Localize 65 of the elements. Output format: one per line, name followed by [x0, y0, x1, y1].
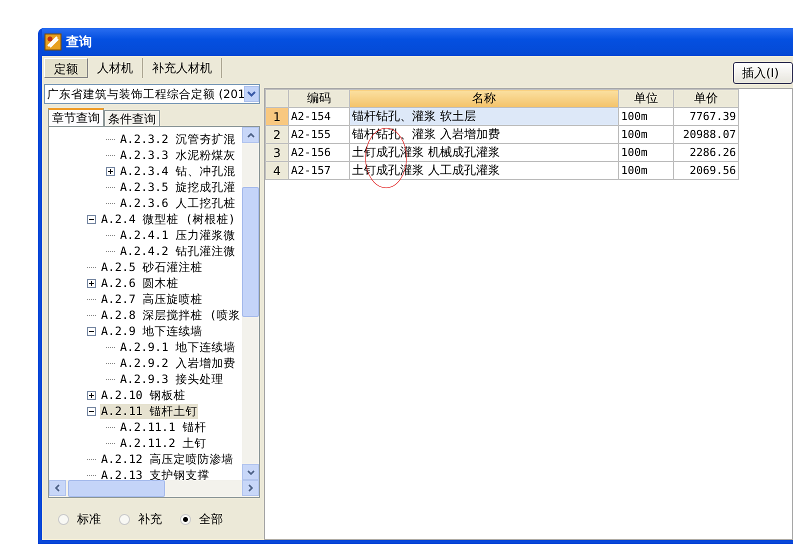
quota-dropdown[interactable]: 广东省建筑与装饰工程综合定额 (201: [44, 84, 260, 104]
tree-item[interactable]: A.2.3.6 人工挖孔桩: [119, 196, 236, 210]
tree-item[interactable]: A.2.3.4 钻、冲孔混: [119, 164, 236, 178]
table-cell: A2-157: [288, 162, 350, 180]
window-title: 查询: [66, 34, 92, 51]
tree-item[interactable]: A.2.9.2 入岩增加费: [119, 356, 236, 370]
table-cell: 100m: [618, 162, 674, 180]
tree-item[interactable]: A.2.8 深层搅拌桩 (喷浆: [100, 308, 242, 322]
radio-button[interactable]: 补充: [119, 510, 162, 528]
tree-item[interactable]: A.2.6 圆木桩: [100, 276, 180, 290]
tree-item[interactable]: A.2.4 微型桩 (树根桩): [100, 212, 236, 226]
column-header[interactable]: 编码: [288, 90, 350, 108]
collapse-icon[interactable]: [87, 326, 98, 336]
table-cell: 2069.56: [674, 162, 738, 180]
row-number: 2: [266, 126, 288, 144]
tree-item[interactable]: A.2.7 高压旋喷桩: [100, 292, 204, 306]
table-cell: 锚杆钻孔、灌浆 软土层: [350, 108, 618, 126]
tab[interactable]: 条件查询: [104, 110, 160, 127]
tree-item[interactable]: A.2.5 砂石灌注桩: [100, 260, 204, 274]
table-cell: 100m: [618, 108, 674, 126]
tab[interactable]: 定额: [44, 58, 88, 78]
tree-item[interactable]: A.2.3.5 旋挖成孔灌: [119, 180, 236, 194]
tree-item[interactable]: A.2.9 地下连续墙: [100, 324, 204, 338]
radio-button[interactable]: 标准: [58, 510, 101, 528]
column-header[interactable]: 单位: [618, 90, 674, 108]
insert-button[interactable]: 插入(I): [733, 62, 793, 84]
tree-item[interactable]: A.2.10 钢板桩: [100, 388, 186, 402]
collapse-icon[interactable]: [87, 406, 98, 416]
expand-icon[interactable]: [87, 390, 98, 400]
tree-item[interactable]: A.2.12 高压定喷防渗墙: [100, 452, 234, 466]
table-cell: 20988.07: [674, 126, 738, 144]
scroll-down-icon[interactable]: [246, 470, 254, 474]
tree-item[interactable]: A.2.9.1 地下连续墙: [119, 340, 236, 354]
expand-icon[interactable]: [106, 166, 117, 176]
table-cell: 7767.39: [674, 108, 738, 126]
tree-item[interactable]: A.2.3.2 沉管夯扩混: [119, 132, 236, 146]
tree-item[interactable]: A.2.11.1 锚杆: [119, 420, 208, 434]
expand-icon[interactable]: [87, 278, 98, 288]
table-cell: 100m: [618, 144, 674, 162]
tree-item[interactable]: A.2.3.3 水泥粉煤灰: [119, 148, 236, 162]
tree-item[interactable]: A.2.9.3 接头处理: [119, 372, 224, 386]
tree-item[interactable]: A.2.4.2 钻孔灌注微: [119, 244, 236, 258]
tree-item[interactable]: A.2.13 支护钢支撑: [100, 468, 210, 480]
table-cell: 100m: [618, 126, 674, 144]
horizontal-scrollbar[interactable]: [49, 480, 259, 497]
vertical-scrollbar[interactable]: [242, 127, 259, 480]
table-cell: 2286.26: [674, 144, 738, 162]
scroll-right-icon[interactable]: [248, 484, 253, 492]
scroll-left-icon[interactable]: [55, 484, 60, 492]
tab[interactable]: 章节查询: [48, 108, 104, 127]
tree-item[interactable]: A.2.11 锚杆土钉: [100, 404, 198, 418]
scroll-up-icon[interactable]: [246, 132, 254, 138]
tree-item[interactable]: A.2.4.1 压力灌浆微: [119, 228, 236, 242]
collapse-icon[interactable]: [87, 214, 98, 224]
app-icon: [44, 33, 62, 51]
row-number: 4: [266, 162, 288, 180]
row-number: 1: [266, 108, 288, 126]
column-header[interactable]: 单价: [674, 90, 738, 108]
column-header[interactable]: 名称: [350, 90, 618, 108]
table-cell: A2-156: [288, 144, 350, 162]
table-cell: A2-155: [288, 126, 350, 144]
row-number: 3: [266, 144, 288, 162]
radio-button[interactable]: 全部: [180, 510, 223, 528]
dropdown-value: 广东省建筑与装饰工程综合定额 (201: [47, 86, 244, 102]
tree-item[interactable]: A.2.11.2 土钉: [119, 436, 208, 450]
